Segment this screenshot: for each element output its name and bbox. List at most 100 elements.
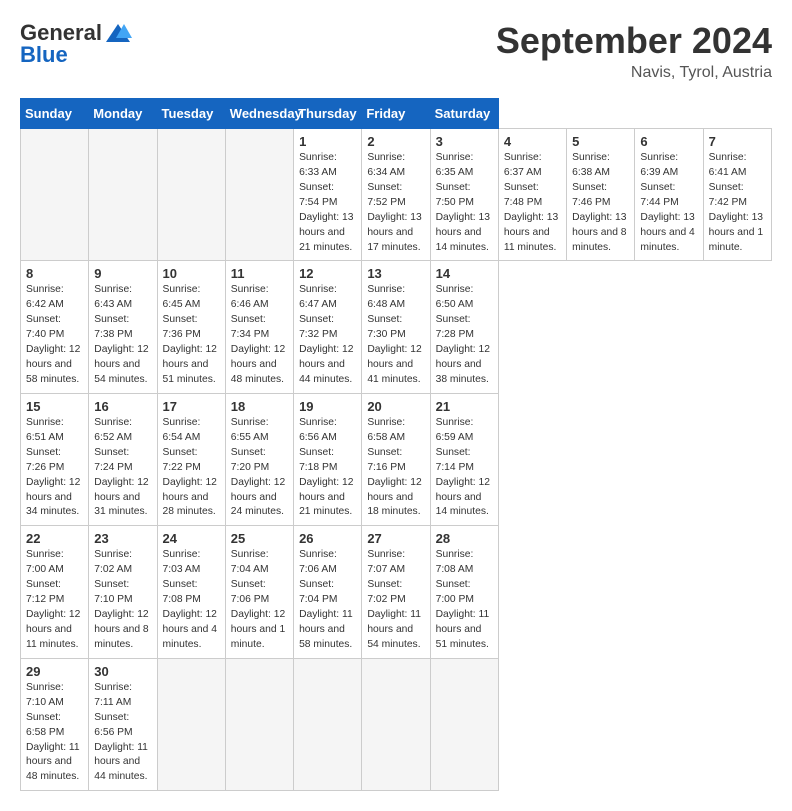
calendar-day-cell: 7 Sunrise: 6:41 AM Sunset: 7:42 PM Daylig… (703, 129, 771, 261)
calendar-day-cell: 14 Sunrise: 6:50 AM Sunset: 7:28 PM Dayli… (430, 261, 498, 393)
day-number: 19 (299, 399, 356, 414)
calendar-day-cell: 3 Sunrise: 6:35 AM Sunset: 7:50 PM Daylig… (430, 129, 498, 261)
calendar-day-cell: 28Sunrise: 7:08 AM Sunset: 7:00 PM Dayli… (430, 526, 498, 658)
calendar-day-cell (89, 129, 157, 261)
day-of-week-header: Thursday (294, 99, 362, 129)
day-number: 6 (640, 134, 697, 149)
calendar-day-cell (225, 658, 293, 790)
day-number: 5 (572, 134, 629, 149)
calendar-day-cell: 26 Sunrise: 7:06 AM Sunset: 7:04 PM Dayli… (294, 526, 362, 658)
day-of-week-header: Monday (89, 99, 157, 129)
day-info: Sunrise: 6:34 AM Sunset: 7:52 PM Dayligh… (367, 151, 424, 255)
logo-blue-text: Blue (20, 42, 68, 68)
day-number: 16 (94, 399, 151, 414)
calendar-day-cell (157, 658, 225, 790)
day-info: Sunrise: 6:43 AM Sunset: 7:38 PM Dayligh… (94, 283, 151, 387)
calendar-day-cell: 15Sunrise: 6:51 AM Sunset: 7:26 PM Dayli… (21, 393, 89, 525)
day-info: Sunrise: 6:33 AM Sunset: 7:54 PM Dayligh… (299, 151, 356, 255)
location-title: Navis, Tyrol, Austria (496, 64, 772, 82)
day-info: Sunrise: 7:04 AM Sunset: 7:06 PM Dayligh… (231, 548, 288, 652)
title-block: September 2024 Navis, Tyrol, Austria (496, 20, 772, 82)
calendar-day-cell (225, 129, 293, 261)
calendar-day-cell: 13 Sunrise: 6:48 AM Sunset: 7:30 PM Dayli… (362, 261, 430, 393)
calendar-week-row: 15Sunrise: 6:51 AM Sunset: 7:26 PM Dayli… (21, 393, 772, 525)
day-info: Sunrise: 6:41 AM Sunset: 7:42 PM Dayligh… (709, 151, 766, 255)
calendar-day-cell: 6 Sunrise: 6:39 AM Sunset: 7:44 PM Daylig… (635, 129, 703, 261)
day-info: Sunrise: 6:35 AM Sunset: 7:50 PM Dayligh… (436, 151, 493, 255)
calendar-day-cell: 9 Sunrise: 6:43 AM Sunset: 7:38 PM Daylig… (89, 261, 157, 393)
calendar-day-cell: 18 Sunrise: 6:55 AM Sunset: 7:20 PM Dayli… (225, 393, 293, 525)
day-of-week-header: Saturday (430, 99, 498, 129)
day-number: 4 (504, 134, 561, 149)
calendar-day-cell: 30Sunrise: 7:11 AM Sunset: 6:56 PM Dayli… (89, 658, 157, 790)
day-info: Sunrise: 6:42 AM Sunset: 7:40 PM Dayligh… (26, 283, 83, 387)
day-number: 27 (367, 531, 424, 546)
calendar-day-cell: 19 Sunrise: 6:56 AM Sunset: 7:18 PM Dayli… (294, 393, 362, 525)
calendar-day-cell: 29Sunrise: 7:10 AM Sunset: 6:58 PM Dayli… (21, 658, 89, 790)
day-number: 29 (26, 664, 83, 679)
day-number: 18 (231, 399, 288, 414)
day-info: Sunrise: 6:55 AM Sunset: 7:20 PM Dayligh… (231, 416, 288, 520)
day-number: 22 (26, 531, 83, 546)
day-info: Sunrise: 7:06 AM Sunset: 7:04 PM Dayligh… (299, 548, 356, 652)
calendar-week-row: 29Sunrise: 7:10 AM Sunset: 6:58 PM Dayli… (21, 658, 772, 790)
calendar-body: 1 Sunrise: 6:33 AM Sunset: 7:54 PM Daylig… (21, 129, 772, 791)
day-info: Sunrise: 6:39 AM Sunset: 7:44 PM Dayligh… (640, 151, 697, 255)
day-number: 2 (367, 134, 424, 149)
calendar-day-cell: 8Sunrise: 6:42 AM Sunset: 7:40 PM Daylig… (21, 261, 89, 393)
day-info: Sunrise: 6:56 AM Sunset: 7:18 PM Dayligh… (299, 416, 356, 520)
calendar-day-cell: 27Sunrise: 7:07 AM Sunset: 7:02 PM Dayli… (362, 526, 430, 658)
calendar-day-cell: 12Sunrise: 6:47 AM Sunset: 7:32 PM Dayli… (294, 261, 362, 393)
logo-icon (104, 22, 132, 44)
day-number: 20 (367, 399, 424, 414)
calendar-day-cell: 11Sunrise: 6:46 AM Sunset: 7:34 PM Dayli… (225, 261, 293, 393)
calendar-day-cell: 4 Sunrise: 6:37 AM Sunset: 7:48 PM Daylig… (498, 129, 566, 261)
day-number: 25 (231, 531, 288, 546)
day-number: 10 (163, 266, 220, 281)
day-number: 1 (299, 134, 356, 149)
day-info: Sunrise: 6:50 AM Sunset: 7:28 PM Dayligh… (436, 283, 493, 387)
page-header: General Blue September 2024 Navis, Tyrol… (20, 20, 772, 82)
day-info: Sunrise: 7:02 AM Sunset: 7:10 PM Dayligh… (94, 548, 151, 652)
calendar-header-row: SundayMondayTuesdayWednesdayThursdayFrid… (21, 99, 772, 129)
calendar-day-cell: 21Sunrise: 6:59 AM Sunset: 7:14 PM Dayli… (430, 393, 498, 525)
day-number: 21 (436, 399, 493, 414)
day-number: 17 (163, 399, 220, 414)
day-number: 3 (436, 134, 493, 149)
calendar-table: SundayMondayTuesdayWednesdayThursdayFrid… (20, 98, 772, 791)
calendar-day-cell (21, 129, 89, 261)
logo: General Blue (20, 20, 132, 68)
day-info: Sunrise: 6:58 AM Sunset: 7:16 PM Dayligh… (367, 416, 424, 520)
day-number: 7 (709, 134, 766, 149)
day-number: 24 (163, 531, 220, 546)
calendar-day-cell: 16 Sunrise: 6:52 AM Sunset: 7:24 PM Dayli… (89, 393, 157, 525)
day-number: 12 (299, 266, 356, 281)
day-info: Sunrise: 7:08 AM Sunset: 7:00 PM Dayligh… (436, 548, 493, 652)
calendar-day-cell: 5 Sunrise: 6:38 AM Sunset: 7:46 PM Daylig… (567, 129, 635, 261)
day-number: 15 (26, 399, 83, 414)
calendar-day-cell: 25 Sunrise: 7:04 AM Sunset: 7:06 PM Dayli… (225, 526, 293, 658)
day-info: Sunrise: 6:52 AM Sunset: 7:24 PM Dayligh… (94, 416, 151, 520)
day-number: 14 (436, 266, 493, 281)
day-info: Sunrise: 6:37 AM Sunset: 7:48 PM Dayligh… (504, 151, 561, 255)
calendar-week-row: 8Sunrise: 6:42 AM Sunset: 7:40 PM Daylig… (21, 261, 772, 393)
day-number: 26 (299, 531, 356, 546)
calendar-day-cell: 17 Sunrise: 6:54 AM Sunset: 7:22 PM Dayli… (157, 393, 225, 525)
day-number: 23 (94, 531, 151, 546)
day-info: Sunrise: 7:00 AM Sunset: 7:12 PM Dayligh… (26, 548, 83, 652)
day-info: Sunrise: 6:38 AM Sunset: 7:46 PM Dayligh… (572, 151, 629, 255)
day-of-week-header: Wednesday (225, 99, 293, 129)
day-info: Sunrise: 6:48 AM Sunset: 7:30 PM Dayligh… (367, 283, 424, 387)
day-number: 9 (94, 266, 151, 281)
day-info: Sunrise: 6:54 AM Sunset: 7:22 PM Dayligh… (163, 416, 220, 520)
calendar-week-row: 22 Sunrise: 7:00 AM Sunset: 7:12 PM Dayli… (21, 526, 772, 658)
calendar-day-cell: 2 Sunrise: 6:34 AM Sunset: 7:52 PM Daylig… (362, 129, 430, 261)
calendar-day-cell (157, 129, 225, 261)
calendar-day-cell (362, 658, 430, 790)
calendar-day-cell: 22 Sunrise: 7:00 AM Sunset: 7:12 PM Dayli… (21, 526, 89, 658)
calendar-day-cell: 20 Sunrise: 6:58 AM Sunset: 7:16 PM Dayli… (362, 393, 430, 525)
day-number: 13 (367, 266, 424, 281)
day-info: Sunrise: 6:45 AM Sunset: 7:36 PM Dayligh… (163, 283, 220, 387)
day-of-week-header: Friday (362, 99, 430, 129)
calendar-day-cell: 23 Sunrise: 7:02 AM Sunset: 7:10 PM Dayli… (89, 526, 157, 658)
